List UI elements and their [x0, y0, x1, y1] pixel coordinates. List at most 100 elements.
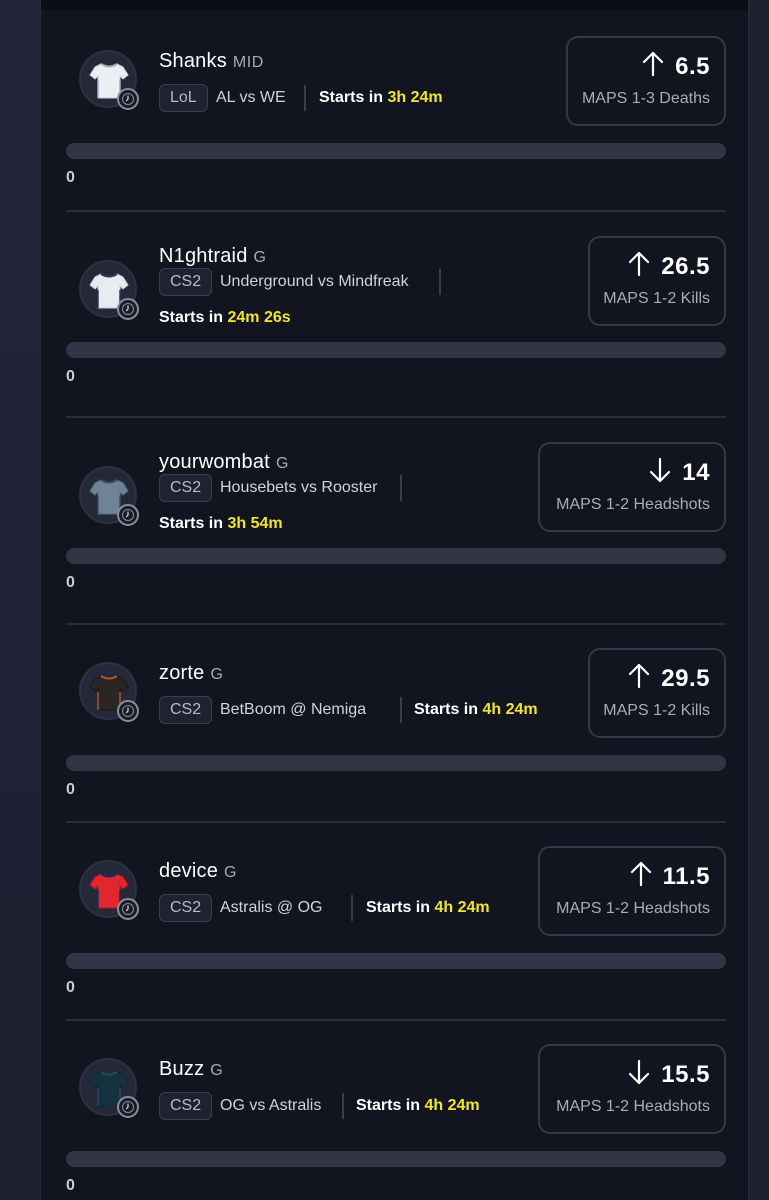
team-2: Nemiga	[310, 701, 367, 718]
matchup-connector: vs	[317, 273, 334, 290]
clock-icon	[117, 1096, 139, 1118]
stat-count: 0	[66, 574, 75, 591]
line-value: 14	[682, 458, 710, 486]
game-badge: CS2	[159, 696, 213, 724]
arrow-down-icon	[627, 1058, 651, 1091]
player-name: yourwombat G	[159, 451, 289, 474]
progress-bar	[66, 548, 726, 564]
panel-top-bar	[41, 0, 748, 10]
progress-bar	[66, 1151, 726, 1167]
matchup: BetBoom @ Nemiga	[220, 696, 366, 724]
player-name-text: zorte	[159, 662, 205, 684]
player-position: G	[210, 1062, 224, 1079]
start-time: Starts in 3h 24m	[319, 84, 443, 112]
game-badge: LoL	[159, 84, 208, 112]
matchup: OG vs Astralis	[220, 1092, 321, 1120]
card-divider	[66, 821, 726, 823]
line-header: 6.5	[641, 50, 710, 83]
right-gutter	[749, 0, 769, 1200]
matchup: Underground vs Mindfreak	[220, 268, 409, 296]
player-name: Shanks MID	[159, 50, 264, 73]
line-box[interactable]: 6.5 MAPS 1-3 Deaths	[566, 36, 726, 126]
player-avatar	[79, 1058, 139, 1118]
starts-label: Starts in	[159, 515, 224, 532]
line-header: 14	[648, 456, 710, 489]
player-avatar	[79, 662, 139, 722]
team-1: Underground	[220, 273, 314, 290]
arrow-up-icon	[641, 50, 665, 83]
player-name: device G	[159, 860, 237, 883]
market-label: MAPS 1-2 Headshots	[556, 900, 710, 917]
clock-icon	[117, 298, 139, 320]
line-header: 26.5	[627, 250, 710, 283]
prop-card[interactable]: zorte G CS2 BetBoom @ Nemiga Starts in 4h 24…	[66, 634, 726, 832]
starts-label: Starts in	[366, 899, 431, 916]
team-2: WE	[259, 89, 286, 106]
clock-icon	[117, 898, 139, 920]
line-value: 29.5	[661, 664, 710, 692]
starts-countdown: 3h 24m	[387, 89, 443, 106]
team-1: Astralis	[220, 899, 273, 916]
market-label: MAPS 1-2 Kills	[603, 290, 710, 307]
player-position: G	[210, 666, 224, 683]
player-avatar	[79, 860, 139, 920]
clock-icon	[117, 504, 139, 526]
line-box[interactable]: 14 MAPS 1-2 Headshots	[538, 442, 726, 532]
line-box[interactable]: 15.5 MAPS 1-2 Headshots	[538, 1044, 726, 1134]
progress-bar	[66, 755, 726, 771]
starts-label: Starts in	[414, 701, 479, 718]
start-time: Starts in 4h 24m	[366, 894, 490, 922]
prop-card[interactable]: N1ghtraid G CS2 Underground vs Mindfreak Sta…	[66, 230, 726, 428]
separator	[304, 85, 306, 111]
prop-card[interactable]: yourwombat G CS2 Housebets vs Rooster Starts…	[66, 436, 726, 634]
player-avatar	[79, 466, 139, 526]
player-position: G	[253, 249, 267, 266]
line-value: 15.5	[661, 1060, 710, 1088]
clock-icon	[117, 700, 139, 722]
line-box[interactable]: 29.5 MAPS 1-2 Kills	[588, 648, 726, 738]
starts-label: Starts in	[319, 89, 384, 106]
matchup: AL vs WE	[216, 84, 286, 112]
card-divider	[66, 416, 726, 418]
separator	[400, 697, 402, 723]
separator	[439, 269, 441, 295]
starts-label: Starts in	[159, 309, 224, 326]
prop-card[interactable]: Shanks MID LoL AL vs WE Starts in 3h 24m 6.5 M…	[66, 22, 726, 220]
starts-countdown: 24m 26s	[227, 309, 291, 326]
game-badge: CS2	[159, 1092, 213, 1120]
team-2: OG	[297, 899, 323, 916]
player-name-text: Buzz	[159, 1058, 205, 1080]
player-name-text: N1ghtraid	[159, 245, 248, 267]
prop-card[interactable]: device G CS2 Astralis @ OG Starts in 4h 24m 1…	[66, 832, 726, 1030]
card-divider	[66, 1019, 726, 1021]
player-name-text: yourwombat	[159, 451, 270, 473]
player-name: N1ghtraid G	[159, 245, 266, 268]
start-time: Starts in 24m 26s	[159, 304, 291, 332]
player-avatar	[79, 50, 139, 110]
team-2: Rooster	[321, 479, 378, 496]
matchup-connector: vs	[239, 89, 256, 106]
game-badge: CS2	[159, 474, 213, 502]
player-name: Buzz G	[159, 1058, 223, 1081]
matchup-connector: @	[276, 899, 294, 916]
game-badge: CS2	[159, 268, 213, 296]
prop-card[interactable]: Buzz G CS2 OG vs Astralis Starts in 4h 24m 15…	[66, 1030, 726, 1200]
player-name-text: device	[159, 860, 219, 882]
progress-bar	[66, 342, 726, 358]
stat-count: 0	[66, 979, 75, 996]
line-box[interactable]: 11.5 MAPS 1-2 Headshots	[538, 846, 726, 936]
progress-bar	[66, 953, 726, 969]
line-value: 11.5	[662, 862, 710, 890]
line-header: 29.5	[627, 662, 710, 695]
line-box[interactable]: 26.5 MAPS 1-2 Kills	[588, 236, 726, 326]
market-label: MAPS 1-2 Headshots	[556, 1098, 710, 1115]
market-label: MAPS 1-3 Deaths	[581, 90, 710, 107]
player-name-text: Shanks	[159, 50, 227, 72]
stat-count: 0	[66, 368, 75, 385]
stat-count: 0	[66, 1177, 75, 1194]
market-label: MAPS 1-2 Headshots	[556, 496, 710, 513]
arrow-down-icon	[648, 456, 672, 489]
arrow-up-icon	[627, 662, 651, 695]
separator	[351, 895, 353, 921]
starts-countdown: 4h 24m	[424, 1097, 480, 1114]
